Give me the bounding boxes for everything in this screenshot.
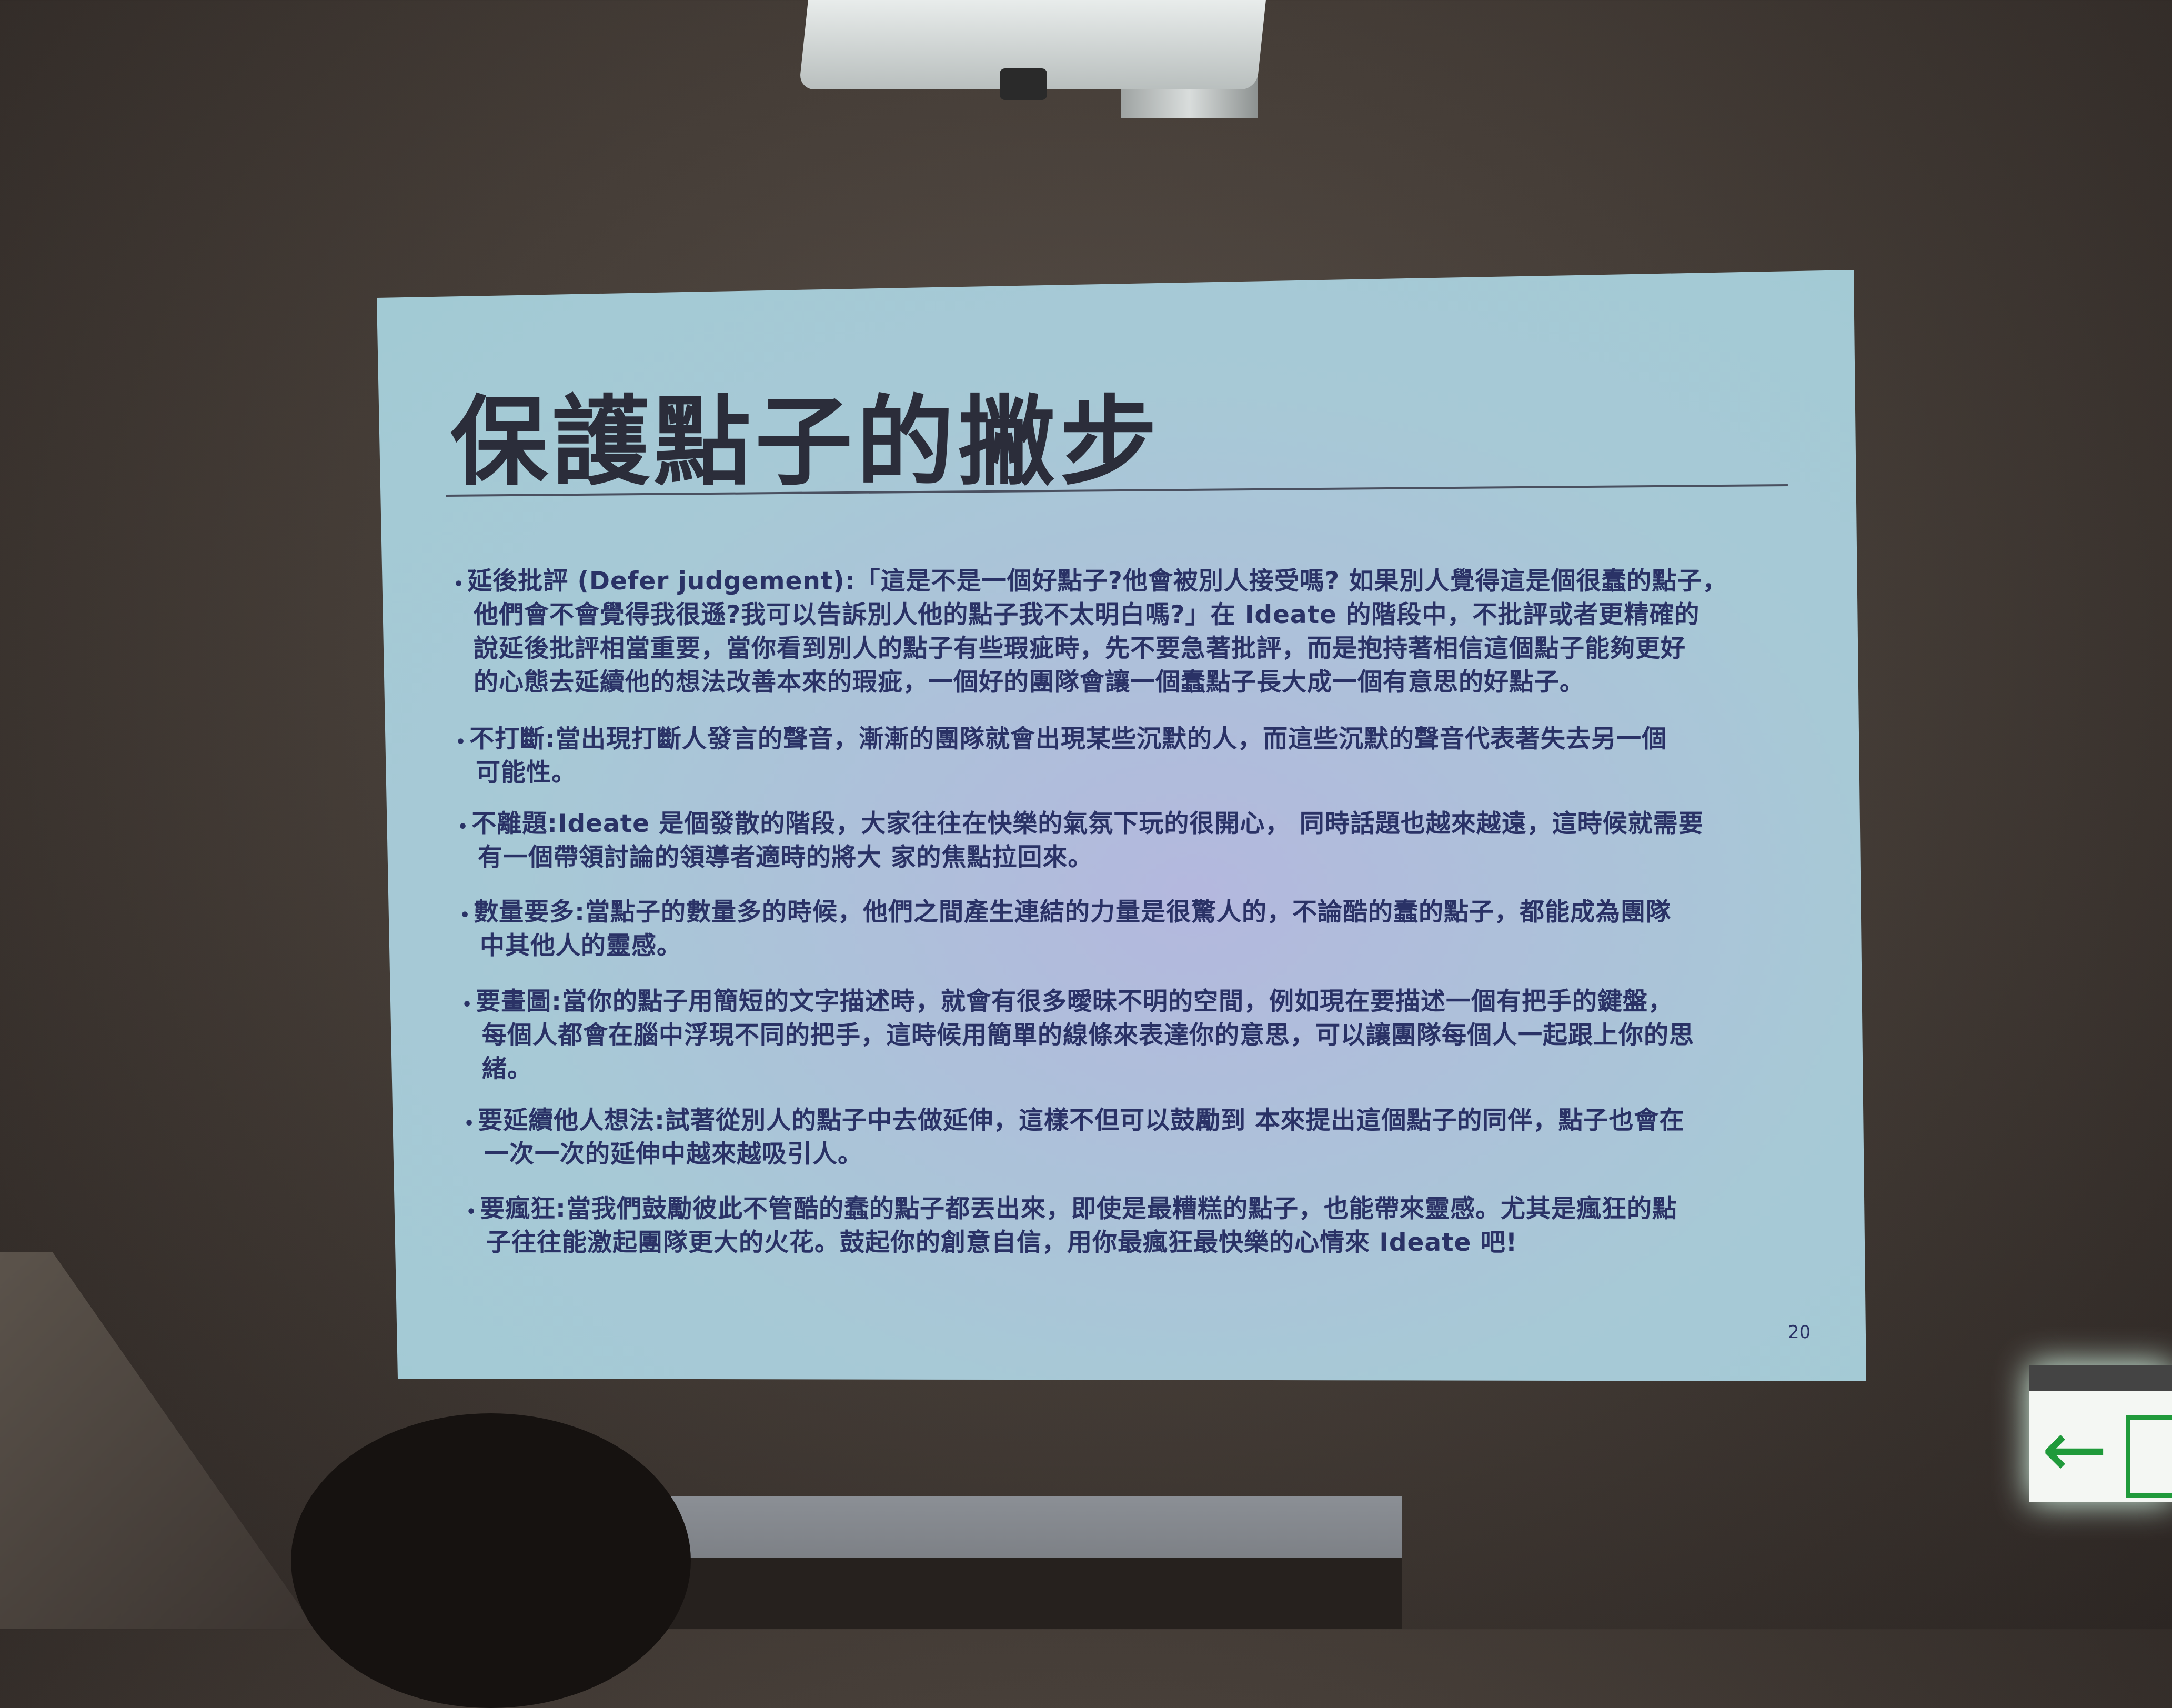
- wall-corner: [0, 1252, 316, 1629]
- page-number: 20: [1788, 1322, 1811, 1343]
- bullet-icon: •: [462, 996, 473, 1014]
- bullet-text: 可能性。: [476, 758, 577, 787]
- bullet-item-line: 子往往能激起團隊更大的火花。鼓起你的創意自信，用你最瘋狂最快樂的心情來 Idea…: [486, 1222, 1517, 1258]
- bullet-text: 的心態去延續他的想法改善本來的瑕疵，一個好的團隊會讓一個蠢點子長大成一個有意思的…: [474, 668, 1585, 697]
- bullet-text: 延後批評 (Defer judgement):「這是不是一個好點子?他會被別人接…: [467, 567, 1728, 596]
- bullet-text: 數量要多:當點子的數量多的時候，他們之間產生連結的力量是很驚人的，不論酷的蠢的點…: [474, 898, 1671, 927]
- exit-door-icon: [2126, 1415, 2172, 1498]
- bullet-icon: •: [456, 733, 467, 751]
- bullet-text: 每個人都會在腦中浮現不同的把手，這時候用簡單的線條來表達你的意思，可以讓團隊每個…: [482, 1021, 1694, 1050]
- bullet-text: 子往往能激起團隊更大的火花。鼓起你的創意自信，用你最瘋狂最快樂的心情來 Idea…: [486, 1228, 1518, 1257]
- slide-title: 保護點子的撇步: [450, 385, 1161, 499]
- bullet-text: 中其他人的靈感。: [480, 931, 682, 960]
- bullet-icon: •: [460, 906, 471, 925]
- bullet-item-line: 他們會不會覺得我很遜?我可以告訴別人他的點子我不太明白嗎?」在 Ideate 的…: [474, 594, 1700, 630]
- bullet-item-line: 可能性。: [476, 752, 577, 788]
- bullet-text: 他們會不會覺得我很遜?我可以告訴別人他的點子我不太明白嗎?」在 Ideate 的…: [474, 600, 1700, 629]
- bullet-item-line: 一次一次的延伸中越來越吸引人。: [484, 1133, 863, 1170]
- bullet-item-line: 的心態去延續他的想法改善本來的瑕疵，一個好的團隊會讓一個蠢點子長大成一個有意思的…: [474, 661, 1585, 698]
- arrow-left-icon: ←: [2042, 1404, 2108, 1495]
- bullet-icon: •: [454, 575, 465, 594]
- bullet-text: 要瘋狂:當我們鼓勵彼此不管酷的蠢的點子都丟出來，即使是最糟糕的點子，也能帶來靈感…: [480, 1194, 1677, 1223]
- desk-front: [665, 1558, 1402, 1629]
- bullet-item-first-line: • 要延續他人想法:試著從別人的點子中去做延伸，這樣不但可以鼓勵到 本來提出這個點…: [464, 1100, 1684, 1136]
- bullet-item-first-line: • 不打斷:當出現打斷人發言的聲音，漸漸的團隊就會出現某些沉默的人，而這些沉默的聲…: [456, 718, 1667, 755]
- bullet-text: 有一個帶領討論的領導者適時的將大 家的焦點拉回來。: [478, 843, 1093, 872]
- projector-lens: [1000, 68, 1047, 100]
- bullet-text: 緒。: [482, 1054, 532, 1083]
- audience-head: [291, 1413, 691, 1708]
- bullet-text: 一次一次的延伸中越來越吸引人。: [484, 1140, 863, 1169]
- bullet-text: 要延續他人想法:試著從別人的點子中去做延伸，這樣不但可以鼓勵到 本來提出這個點子…: [478, 1106, 1685, 1135]
- projected-slide: 保護點子的撇步 • 延後批評 (Defer judgement):「這是不是一個好…: [377, 270, 1866, 1381]
- bullet-item-line: 緒。: [482, 1048, 532, 1084]
- bullet-item-first-line: • 延後批評 (Defer judgement):「這是不是一個好點子?他會被別人…: [454, 560, 1727, 597]
- bullet-item-line: 中其他人的靈感。: [480, 925, 682, 961]
- bullet-item-line: 每個人都會在腦中浮現不同的把手，這時候用簡單的線條來表達你的意思，可以讓團隊每個…: [482, 1014, 1694, 1051]
- bullet-item-first-line: • 數量要多:當點子的數量多的時候，他們之間產生連結的力量是很驚人的，不論酷的蠢的…: [460, 891, 1671, 928]
- bullet-item-line: 有一個帶領討論的領導者適時的將大 家的焦點拉回來。: [478, 837, 1093, 873]
- bullet-item-line: 說延後批評相當重要，當你看到別人的點子有些瑕疵時，先不要急著批評，而是抱持著相信…: [474, 628, 1686, 664]
- bullet-item-first-line: • 不離題:Ideate 是個發散的階段，大家往往在快樂的氣氛下玩的很開心， 同時…: [458, 803, 1704, 839]
- bullet-text: 不打斷:當出現打斷人發言的聲音，漸漸的團隊就會出現某些沉默的人，而這些沉默的聲音…: [469, 725, 1667, 753]
- exit-sign-housing: [2029, 1365, 2172, 1391]
- bullet-icon: •: [466, 1203, 477, 1221]
- bullet-item-first-line: • 要畫圖:當你的點子用簡短的文字描述時，就會有很多曖昧不明的空間，例如現在要描述…: [462, 981, 1673, 1017]
- bullet-text: 要畫圖:當你的點子用簡短的文字描述時，就會有很多曖昧不明的空間，例如現在要描述一…: [476, 987, 1673, 1016]
- bullet-item-first-line: • 要瘋狂:當我們鼓勵彼此不管酷的蠢的點子都丟出來，即使是最糟糕的點子，也能帶來靈…: [466, 1188, 1677, 1224]
- bullet-icon: •: [458, 818, 469, 836]
- bullet-icon: •: [464, 1114, 475, 1133]
- bullet-text: 不離題:Ideate 是個發散的階段，大家往往在快樂的氣氛下玩的很開心， 同時話…: [471, 809, 1704, 838]
- bullet-text: 說延後批評相當重要，當你看到別人的點子有些瑕疵時，先不要急著批評，而是抱持著相信…: [474, 634, 1686, 663]
